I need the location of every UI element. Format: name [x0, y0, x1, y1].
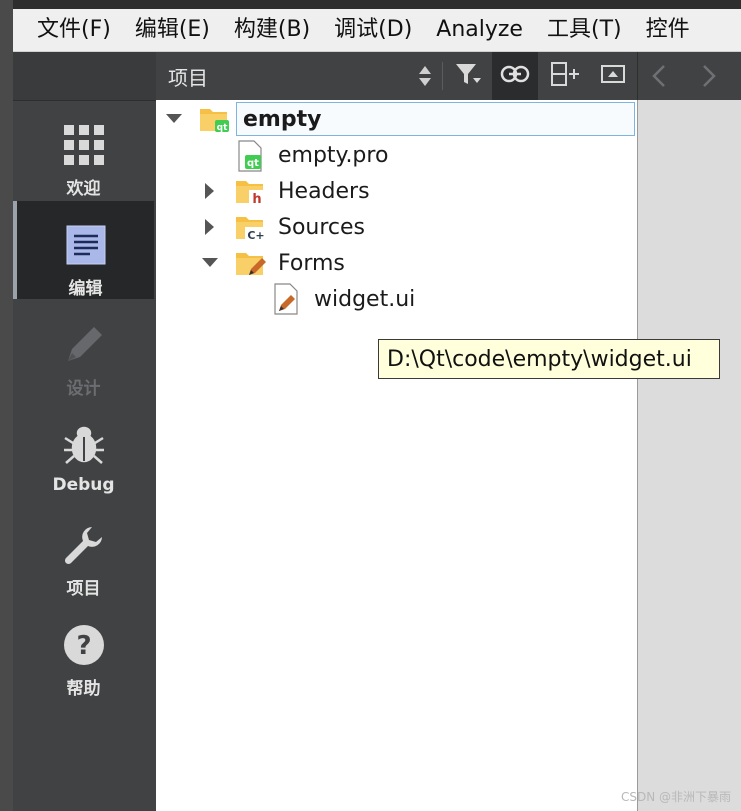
toolbar-separator	[442, 62, 443, 90]
window-frame-top	[0, 0, 741, 9]
expand-down-icon[interactable]	[201, 254, 219, 272]
mode-sidebar: 欢迎 编辑 设计 Debug 项目 ? 帮助	[13, 52, 156, 811]
sync-link-button[interactable]	[492, 52, 538, 100]
back-icon[interactable]	[652, 64, 666, 92]
tree-label: Sources	[278, 214, 366, 240]
tree-row-pro-file[interactable]: qt empty.pro	[156, 137, 637, 173]
grid-icon	[60, 121, 108, 168]
tree-row-project-empty[interactable]: qt empty	[156, 101, 637, 137]
mode-projects[interactable]: 项目	[13, 501, 154, 599]
tree-row-headers[interactable]: h Headers	[156, 173, 637, 209]
menu-controls[interactable]: 控件	[634, 9, 702, 51]
help-icon: ?	[60, 621, 108, 668]
svg-text:h: h	[252, 192, 261, 206]
expand-right-icon[interactable]	[201, 218, 219, 236]
tree-label: Forms	[278, 250, 345, 276]
menu-build[interactable]: 构建(B)	[222, 9, 322, 51]
panel-view-selector[interactable]: 项目	[168, 62, 208, 91]
split-button[interactable]	[542, 52, 588, 100]
forward-icon[interactable]	[702, 64, 716, 92]
tree-row-sources[interactable]: C+ Sources	[156, 209, 637, 245]
svg-text:qt: qt	[247, 158, 259, 169]
forms-folder-icon	[235, 248, 266, 278]
tree-label: empty.pro	[278, 142, 389, 168]
mode-design[interactable]: 设计	[13, 301, 154, 399]
tree-label: widget.ui	[314, 286, 416, 312]
mode-welcome-label: 欢迎	[66, 179, 101, 199]
menubar: 文件(F) 编辑(E) 构建(B) 调试(D) Analyze 工具(T) 控件	[13, 9, 741, 52]
mode-projects-label: 项目	[66, 579, 101, 599]
split-add-icon	[550, 61, 580, 91]
mode-edit-label: 编辑	[68, 279, 103, 299]
menu-edit[interactable]: 编辑(E)	[123, 9, 222, 51]
document-icon	[62, 221, 110, 268]
mode-design-label: 设计	[66, 379, 101, 399]
mode-sidebar-header	[13, 52, 156, 101]
tree-label: Headers	[278, 178, 370, 204]
file-path-tooltip: D:\Qt\code\empty\widget.ui	[378, 339, 720, 379]
pencil-icon	[60, 321, 108, 368]
watermark: CSDN @非洲下暴雨	[620, 790, 731, 804]
sources-folder-icon: C+	[235, 212, 267, 242]
svg-text:?: ?	[76, 631, 91, 661]
mode-debug[interactable]: Debug	[13, 401, 154, 499]
mode-welcome[interactable]: 欢迎	[13, 101, 154, 199]
svg-text:qt: qt	[217, 123, 228, 133]
mode-debug-label: Debug	[52, 475, 115, 495]
ui-file-icon	[273, 283, 303, 315]
menu-analyze[interactable]: Analyze	[424, 9, 535, 51]
mode-help[interactable]: ? 帮助	[13, 601, 154, 699]
mode-help-label: 帮助	[66, 679, 101, 699]
menu-tools[interactable]: 工具(T)	[535, 9, 634, 51]
maximize-button[interactable]	[590, 52, 636, 100]
wrench-icon	[60, 521, 108, 568]
window-frame-left	[0, 0, 13, 811]
editor-toolbar	[637, 52, 741, 100]
menu-file[interactable]: 文件(F)	[13, 9, 123, 51]
svg-text:C+: C+	[247, 229, 264, 242]
project-tree[interactable]: qt empty qt empty.pro h Headers C+ Sourc…	[156, 100, 638, 811]
maximize-icon	[600, 63, 626, 89]
filter-button[interactable]	[446, 52, 492, 100]
tree-label: empty	[243, 106, 322, 132]
mode-edit[interactable]: 编辑	[13, 201, 154, 299]
qt-project-folder-icon: qt	[199, 104, 229, 134]
combo-updown-icon[interactable]	[418, 64, 432, 88]
menu-debug[interactable]: 调试(D)	[322, 9, 424, 51]
expand-down-icon[interactable]	[165, 110, 183, 128]
tree-row-forms[interactable]: Forms	[156, 245, 637, 281]
editor-area[interactable]	[637, 100, 741, 811]
filter-icon	[455, 62, 483, 90]
qt-pro-file-icon: qt	[236, 140, 266, 172]
project-panel-header: 项目	[156, 52, 637, 100]
link-icon	[500, 64, 530, 88]
headers-folder-icon: h	[235, 176, 265, 207]
expand-right-icon[interactable]	[201, 182, 219, 200]
bug-icon	[60, 421, 108, 469]
tree-row-widget-ui[interactable]: widget.ui	[156, 281, 637, 317]
